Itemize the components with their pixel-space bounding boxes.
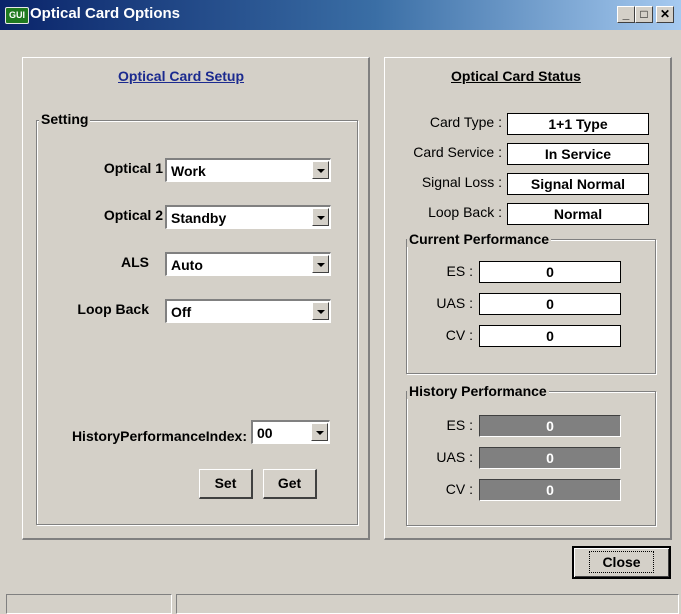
setting-group-label: Setting (39, 111, 91, 127)
signal-loss-label: Signal Loss : (421, 174, 502, 190)
current-performance-label: Current Performance (407, 231, 552, 247)
optical1-select[interactable]: Work (165, 158, 331, 182)
signal-loss-value: Signal Normal (507, 173, 649, 195)
window-title: Optical Card Options (30, 5, 181, 22)
als-value: Auto (171, 257, 203, 273)
history-es-label: ES : (446, 417, 473, 433)
chevron-down-icon[interactable] (312, 255, 329, 273)
optical2-select[interactable]: Standby (165, 205, 331, 229)
setup-heading[interactable]: Optical Card Setup (118, 68, 244, 84)
chevron-down-icon[interactable] (312, 208, 329, 226)
statusbar-pane-2 (176, 594, 679, 614)
loop-back-status-label: Loop Back : (428, 204, 502, 220)
history-uas-value: 0 (479, 447, 621, 469)
chevron-down-icon[interactable] (312, 161, 329, 179)
loopback-value: Off (171, 304, 192, 320)
card-type-value: 1+1 Type (507, 113, 649, 135)
history-index-value: 00 (257, 425, 273, 441)
current-es-value: 0 (479, 261, 621, 283)
minimize-button[interactable]: _ (617, 6, 635, 23)
optical2-label: Optical 2 (103, 207, 163, 223)
optical2-value: Standby (171, 210, 227, 226)
close-window-button[interactable]: ✕ (656, 6, 674, 23)
current-uas-label: UAS : (436, 295, 473, 311)
set-button[interactable]: Set (199, 469, 253, 499)
history-index-select[interactable]: 00 (251, 420, 330, 444)
loop-back-status-value: Normal (507, 203, 649, 225)
als-select[interactable]: Auto (165, 252, 331, 276)
close-button[interactable]: Close (572, 546, 671, 579)
chevron-down-icon[interactable] (312, 302, 329, 320)
history-performance-label: History Performance (407, 383, 549, 399)
status-heading: Optical Card Status (451, 68, 581, 84)
history-uas-label: UAS : (436, 449, 473, 465)
loopback-label: Loop Back (77, 301, 149, 317)
history-cv-label: CV : (445, 481, 473, 497)
current-es-label: ES : (446, 263, 473, 279)
app-icon[interactable]: GUI (5, 7, 29, 24)
optical1-value: Work (171, 163, 206, 179)
history-index-label: HistoryPerformanceIndex: (71, 428, 247, 444)
current-cv-label: CV : (445, 327, 473, 343)
history-es-value: 0 (479, 415, 621, 437)
close-button-label: Close (589, 551, 654, 573)
statusbar-pane-1 (6, 594, 172, 614)
als-label: ALS (121, 254, 149, 270)
card-service-value: In Service (507, 143, 649, 165)
title-bar[interactable]: GUI Optical Card Options _ □ ✕ (0, 0, 681, 30)
card-type-label: Card Type : (429, 114, 502, 130)
status-panel: Optical Card Status Card Type : 1+1 Type… (384, 57, 672, 540)
chevron-down-icon[interactable] (311, 423, 328, 441)
card-service-label: Card Service : (413, 144, 502, 160)
current-cv-value: 0 (479, 325, 621, 347)
loopback-select[interactable]: Off (165, 299, 331, 323)
optical1-label: Optical 1 (103, 160, 163, 176)
current-uas-value: 0 (479, 293, 621, 315)
get-button[interactable]: Get (263, 469, 317, 499)
maximize-button[interactable]: □ (635, 6, 653, 23)
history-cv-value: 0 (479, 479, 621, 501)
setup-panel: Optical Card Setup Setting Optical 1 Wor… (22, 57, 370, 540)
